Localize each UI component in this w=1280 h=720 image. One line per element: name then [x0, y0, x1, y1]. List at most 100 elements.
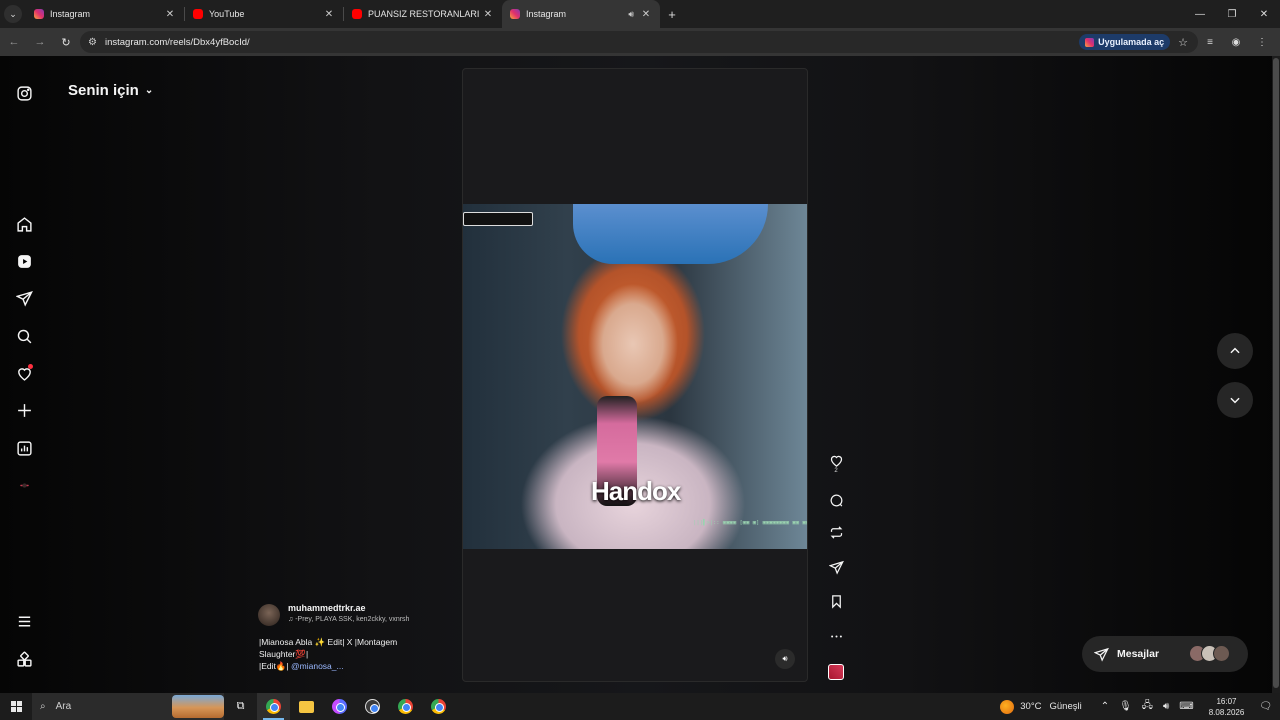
taskbar-file-explorer[interactable]	[290, 693, 323, 720]
close-icon[interactable]: ✕	[640, 9, 652, 20]
author-avatar[interactable]	[258, 604, 280, 626]
open-in-app-button[interactable]: Uygulamada aç	[1079, 34, 1171, 50]
more-options-button[interactable]	[824, 626, 848, 646]
close-window-icon[interactable]: ✕	[1248, 0, 1280, 28]
tab-youtube[interactable]: YouTube ✕	[185, 0, 343, 28]
video-overlay-text: Handox	[591, 476, 681, 506]
forward-button[interactable]: →	[28, 30, 52, 54]
more-menu-icon[interactable]: ⋮	[1252, 32, 1272, 52]
taskbar-app-clock[interactable]	[356, 693, 389, 720]
author-username[interactable]: muhammedtrkr.ae	[288, 603, 366, 613]
instagram-icon	[510, 9, 520, 19]
close-icon[interactable]: ✕	[164, 9, 176, 20]
mute-toggle-button[interactable]: 🔊︎	[775, 649, 795, 669]
description-line-3: |Edit🔥| @mianosa_...	[259, 660, 434, 672]
audio-title: -Prey, PLAYA SSK, ken2ckky, vxnrsh	[295, 616, 410, 623]
new-tab-button[interactable]: +	[660, 0, 684, 28]
also-from-meta-icon[interactable]	[14, 649, 34, 669]
system-tray: 30°C Güneşli ⌃ 🎙︎ 🖧︎ 🔊︎ ⌨ 16:07 8.08.202…	[1000, 693, 1280, 720]
site-info-icon[interactable]: ⚙	[88, 37, 97, 48]
youtube-icon	[193, 9, 203, 19]
previous-reel-button[interactable]	[1217, 333, 1253, 369]
taskbar-chrome-3[interactable]	[422, 693, 455, 720]
taskbar-app-messenger[interactable]	[323, 693, 356, 720]
close-icon[interactable]: ✕	[323, 9, 335, 20]
tab-instagram-1[interactable]: Instagram ✕	[26, 0, 184, 28]
keyboard-icon[interactable]: ⌨	[1179, 701, 1193, 712]
audio-info[interactable]: ♫ -Prey, PLAYA SSK, ken2ckky, vxnrsh	[288, 616, 409, 623]
start-button[interactable]	[0, 693, 32, 720]
notifications-heart-icon[interactable]	[14, 363, 34, 383]
share-button[interactable]	[824, 557, 848, 577]
profile-avatar-icon[interactable]	[14, 475, 34, 495]
home-icon[interactable]	[14, 214, 34, 234]
minimize-icon[interactable]: —	[1184, 0, 1216, 28]
clock[interactable]: 16:07 8.08.2026	[1209, 696, 1245, 718]
network-icon[interactable]: 🖧︎	[1142, 698, 1153, 715]
tab-search-button[interactable]: ⌄	[0, 0, 26, 28]
speaker-icon[interactable]: 🔊︎	[628, 9, 634, 20]
chrome-icon	[266, 699, 281, 714]
weather-desc[interactable]: Güneşli	[1049, 701, 1081, 712]
clock-app-icon	[365, 699, 380, 714]
reload-button[interactable]: ↻	[54, 30, 78, 54]
video-ticker-text: |||▌>|:: ▣▣▣▣ [▣▣ ▣] ▣▣▣▣▣▣▣▣ ▣▣ ▣▣	[693, 520, 808, 526]
like-button[interactable]: 2	[824, 450, 848, 474]
chevron-down-icon	[1230, 397, 1240, 404]
profile-icon[interactable]: ◉	[1226, 32, 1246, 52]
taskbar-chrome-2[interactable]	[389, 693, 422, 720]
feed-selector[interactable]: Senin için ⌄	[68, 82, 153, 99]
reel-player[interactable]: Handox |||▌>|:: ▣▣▣▣ [▣▣ ▣] ▣▣▣▣▣▣▣▣ ▣▣ …	[462, 68, 808, 682]
url-text[interactable]: instagram.com/reels/Dbx4yfBocId/	[105, 37, 1079, 48]
comment-icon	[830, 494, 842, 507]
audio-thumbnail[interactable]	[828, 664, 844, 680]
bookmark-icon	[831, 594, 841, 609]
next-reel-button[interactable]	[1217, 382, 1253, 418]
restore-icon[interactable]: ❐	[1216, 0, 1248, 28]
weather-temp[interactable]: 30°C	[1020, 701, 1041, 712]
messages-label: Mesajlar	[1117, 648, 1160, 660]
messenger-icon	[332, 699, 347, 714]
instagram-icon	[1085, 37, 1095, 47]
bookmark-star-icon[interactable]: ☆	[1178, 36, 1188, 49]
clock-time: 16:07	[1216, 696, 1237, 706]
page-scrollbar[interactable]	[1272, 56, 1280, 693]
tab-title: YouTube	[209, 9, 245, 19]
scrollbar-thumb[interactable]	[1273, 58, 1279, 688]
create-plus-icon[interactable]	[14, 400, 34, 420]
taskbar-chrome-active[interactable]	[257, 693, 290, 720]
windows-logo-icon	[10, 701, 22, 712]
media-control-icon[interactable]: ≡	[1200, 32, 1220, 52]
close-icon[interactable]: ✕	[482, 9, 494, 20]
comment-button[interactable]	[824, 490, 848, 510]
messages-button[interactable]: Mesajlar	[1082, 636, 1248, 672]
dashboard-icon[interactable]	[14, 438, 34, 458]
sidebar	[0, 56, 48, 693]
reels-icon[interactable]	[14, 251, 34, 271]
mention-link[interactable]: @mianosa_...	[291, 661, 344, 671]
microphone-icon[interactable]: 🎙︎	[1119, 701, 1132, 712]
taskbar-search[interactable]: ⌕ Ara	[32, 693, 224, 720]
task-view-button[interactable]: ⧉	[224, 693, 257, 720]
address-bar[interactable]: ⚙ instagram.com/reels/Dbx4yfBocId/ Uygul…	[80, 31, 1198, 53]
search-icon[interactable]	[14, 326, 34, 346]
volume-icon[interactable]: 🔊︎	[1163, 701, 1169, 712]
description-text: |Edit🔥|	[259, 661, 292, 671]
chevron-up-icon[interactable]: ⌃	[1101, 701, 1109, 712]
chevron-down-icon: ⌄	[144, 85, 154, 96]
message-avatars	[1189, 645, 1230, 662]
direct-icon[interactable]	[14, 288, 34, 308]
tab-strip: ⌄ Instagram ✕ YouTube ✕ PUANSIZ RESTORAN…	[0, 0, 1280, 28]
repost-button[interactable]	[824, 522, 848, 542]
notification-center-icon[interactable]: 🗨︎	[1259, 701, 1272, 712]
open-in-app-label: Uygulamada aç	[1098, 37, 1165, 47]
save-button[interactable]	[824, 591, 848, 611]
weather-sun-icon[interactable]	[1000, 699, 1015, 714]
back-button[interactable]: ←	[2, 30, 26, 54]
tab-instagram-active[interactable]: Instagram 🔊︎ ✕	[502, 0, 660, 28]
tab-youtube-video[interactable]: PUANSIZ RESTORANLARI EMİR ✕	[344, 0, 502, 28]
task-view-icon: ⧉	[236, 700, 245, 712]
instagram-logo-icon[interactable]	[14, 83, 34, 103]
more-menu-icon[interactable]	[14, 611, 34, 631]
reel-video[interactable]: Handox |||▌>|:: ▣▣▣▣ [▣▣ ▣] ▣▣▣▣▣▣▣▣ ▣▣ …	[463, 204, 808, 549]
